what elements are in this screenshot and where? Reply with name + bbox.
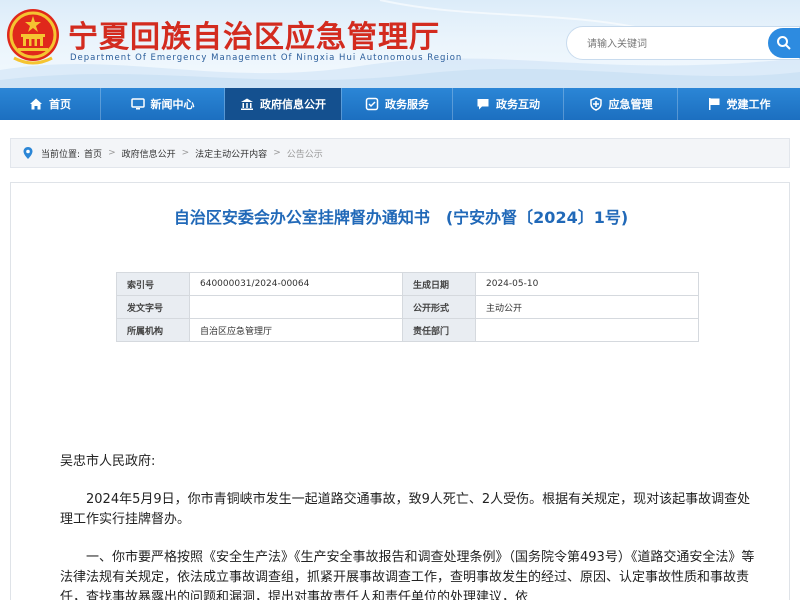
nav-item-label: 新闻中心: [150, 98, 195, 111]
breadcrumb: 当前位置: 首页 > 政府信息公开 > 法定主动公开内容 > 公告公示: [10, 138, 790, 168]
breadcrumb-link-gov-info[interactable]: 政府信息公开: [122, 147, 176, 160]
breadcrumb-prefix: 当前位置:: [41, 149, 81, 160]
nav-item-label: 政府信息公开: [260, 98, 326, 111]
meta-key: 公开形式: [402, 295, 476, 319]
meta-key: 索引号: [116, 272, 190, 296]
monitor-icon: [130, 98, 145, 110]
nav-item-label: 党建工作: [726, 98, 771, 111]
government-building-icon: [241, 98, 253, 110]
nav-item-services[interactable]: 政务服务: [342, 88, 452, 120]
body-paragraph: 一、你市要严格按照《安全生产法》《生产安全事故报告和调查处理条例》（国务院令第4…: [60, 550, 755, 600]
meta-key: 发文字号: [116, 295, 190, 319]
meta-value: 640000031/2024-00064: [189, 272, 403, 296]
meta-value: 2024-05-10: [475, 272, 699, 296]
breadcrumb-separator: >: [273, 148, 281, 158]
table-row: 发文字号 公开形式 主动公开: [116, 295, 699, 319]
search-box: [566, 26, 800, 60]
nav-item-party[interactable]: 党建工作: [678, 88, 799, 120]
home-icon: [30, 98, 42, 110]
breadcrumb-link-statutory[interactable]: 法定主动公开内容: [195, 147, 267, 160]
search-button[interactable]: [768, 28, 800, 58]
breadcrumb-current[interactable]: 公告公示: [287, 147, 323, 160]
party-flag-icon: [708, 98, 719, 110]
meta-key: 所属机构: [116, 318, 190, 342]
meta-key: 生成日期: [402, 272, 476, 296]
breadcrumb-separator: >: [108, 148, 116, 158]
page-title: 自治区安委会办公室挂牌督办通知书 (宁安办督〔2024〕1号): [11, 204, 791, 228]
search-icon: [777, 36, 791, 50]
nav-item-home[interactable]: 首页: [0, 88, 100, 120]
meta-value: 自治区应急管理厅: [189, 318, 403, 342]
body-paragraph: 2024年5月9日，你市青铜峡市发生一起道路交通事故，致9人死亡、2人受伤。根据…: [60, 492, 751, 527]
article-panel: 自治区安委会办公室挂牌督办通知书 (宁安办督〔2024〕1号) 索引号 64000…: [10, 182, 790, 600]
document-title: 自治区安委会办公室挂牌督办通知书: [173, 208, 430, 227]
nav-item-label: 首页: [49, 98, 71, 111]
nav-item-label: 政务服务: [385, 98, 429, 111]
service-icon: [365, 97, 379, 111]
nav-item-emergency[interactable]: 应急管理: [564, 88, 677, 120]
nav-item-label: 政务互动: [496, 98, 540, 111]
meta-value: 主动公开: [475, 295, 699, 319]
table-row: 索引号 640000031/2024-00064 生成日期 2024-05-10: [116, 272, 699, 296]
main-nav: 首页 新闻中心 政府信息公开 政务服务 政务互动 应急管理 党建工作: [0, 88, 800, 120]
site-title: 宁夏回族自治区应急管理厅: [68, 20, 440, 55]
search-input[interactable]: [587, 35, 757, 53]
letter-greeting: 吴忠市人民政府:: [60, 454, 156, 469]
breadcrumb-separator: >: [181, 148, 190, 158]
breadcrumb-link-home[interactable]: 首页: [84, 147, 102, 160]
document-metadata-table: 索引号 640000031/2024-00064 生成日期 2024-05-10…: [116, 272, 699, 342]
chat-icon: [477, 99, 489, 110]
site-header: 宁夏回族自治区应急管理厅 Department Of Emergency Man…: [0, 0, 800, 88]
location-pin-icon: [23, 147, 33, 159]
meta-value: [475, 318, 699, 342]
meta-key: 责任部门: [402, 318, 476, 342]
emergency-icon: [589, 97, 602, 111]
nav-item-gov-info[interactable]: 政府信息公开: [225, 88, 341, 120]
table-row: 所属机构 自治区应急管理厅 责任部门: [116, 318, 699, 342]
nav-item-news[interactable]: 新闻中心: [101, 88, 224, 120]
meta-value: [189, 295, 403, 319]
site-subtitle: Department Of Emergency Management Of Ni…: [70, 53, 463, 63]
document-number: (宁安办督〔2024〕1号): [445, 208, 629, 227]
nav-item-interaction[interactable]: 政务互动: [453, 88, 563, 120]
national-emblem-icon: [7, 9, 59, 65]
nav-item-label: 应急管理: [608, 98, 653, 111]
